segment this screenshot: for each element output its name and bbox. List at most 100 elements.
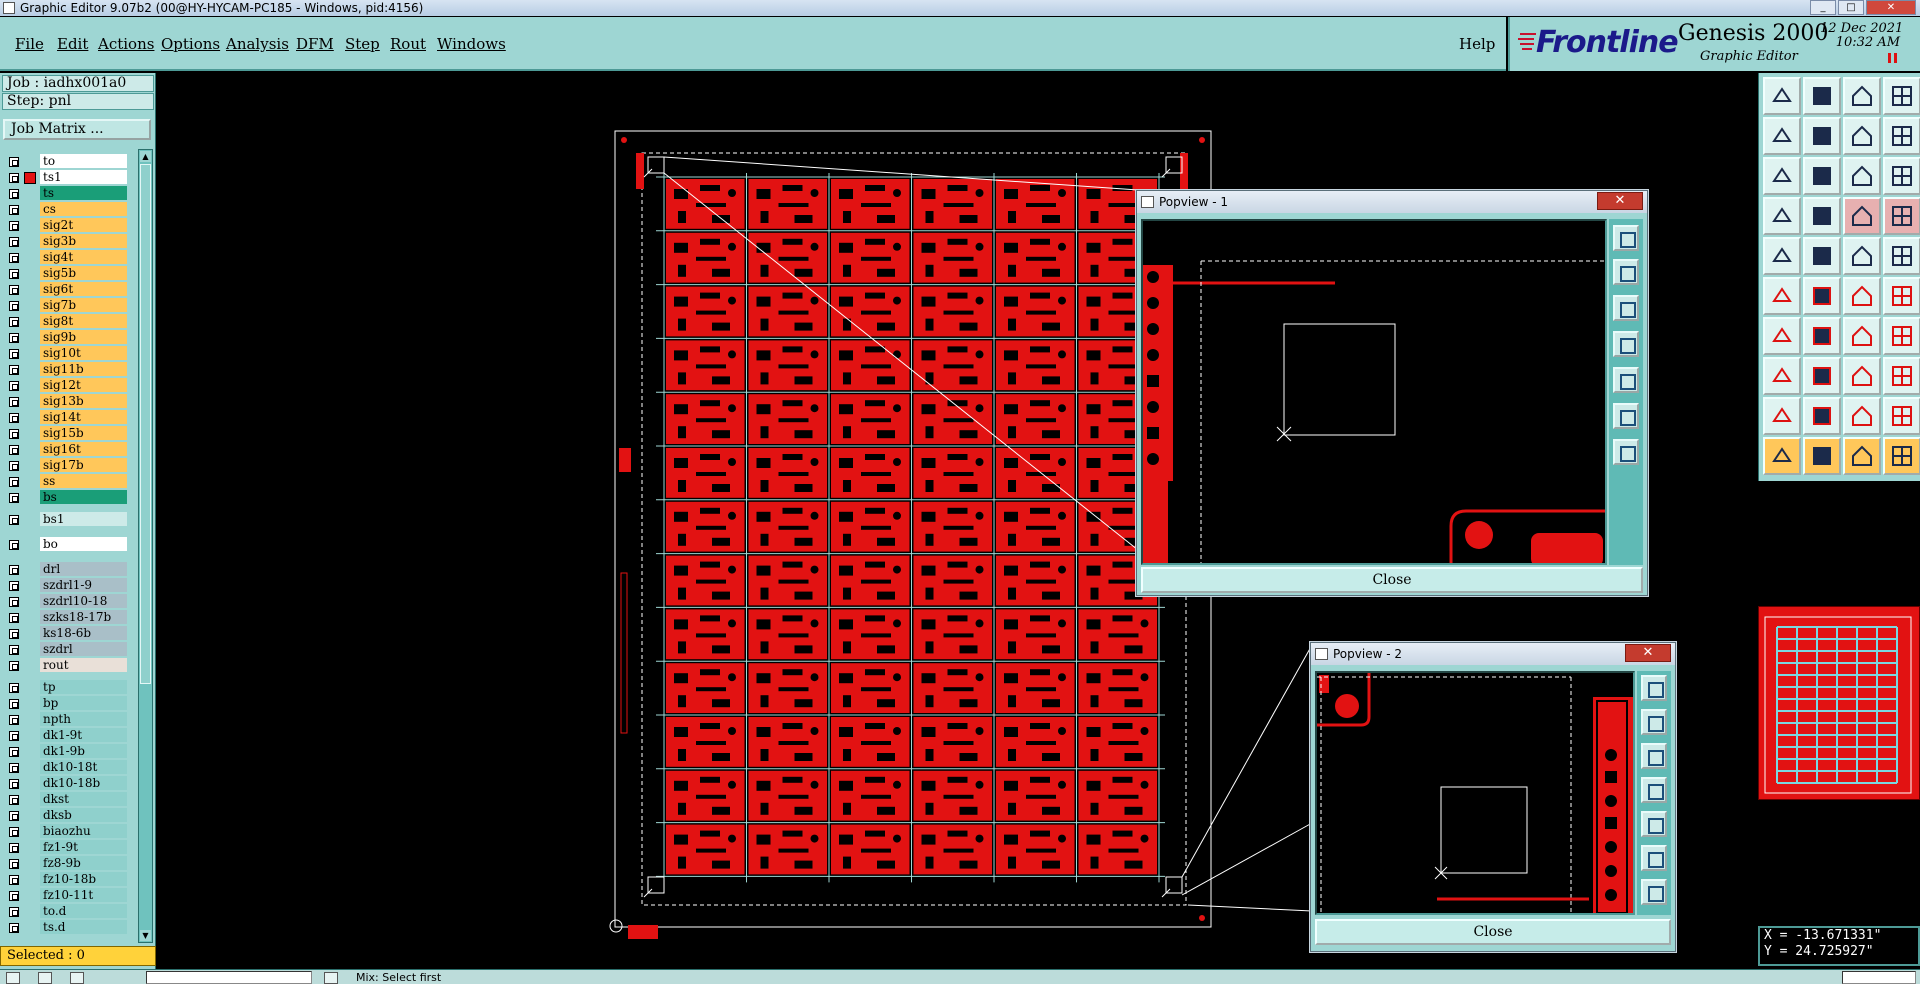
layer-name[interactable]: ts1: [40, 170, 127, 184]
layer-checkbox[interactable]: [9, 237, 19, 247]
layer-checkbox[interactable]: [9, 540, 19, 550]
layer-name[interactable]: szdrl: [40, 642, 127, 656]
layer-name[interactable]: ts.d: [40, 920, 127, 934]
save-icon[interactable]: [1803, 77, 1841, 115]
layer-name[interactable]: dk10-18b: [40, 776, 127, 790]
layer-name[interactable]: sig4t: [40, 250, 127, 264]
layer-row[interactable]: biaozhu: [4, 824, 136, 839]
status-select-icon[interactable]: [6, 972, 20, 984]
layer-name[interactable]: sig14t: [40, 410, 127, 424]
layer-row[interactable]: sig9b: [4, 330, 136, 345]
layer-row[interactable]: bp: [4, 696, 136, 711]
triangle-alt-icon[interactable]: [1803, 397, 1841, 435]
layer-name[interactable]: biaozhu: [40, 824, 127, 838]
layer-row[interactable]: sig14t: [4, 410, 136, 425]
scroll-down-icon[interactable]: ▼: [140, 930, 151, 941]
popview-2-close-button[interactable]: Close: [1315, 919, 1671, 945]
layer-row[interactable]: dkst: [4, 792, 136, 807]
layer-row[interactable]: dk10-18b: [4, 776, 136, 791]
layer-name[interactable]: dkst: [40, 792, 127, 806]
layer-checkbox[interactable]: [9, 253, 19, 263]
layer-name[interactable]: szdrl10-18: [40, 594, 127, 608]
status-zoom-icon[interactable]: [38, 972, 52, 984]
layer-row[interactable]: sig4t: [4, 250, 136, 265]
help-icon[interactable]: [1883, 157, 1920, 195]
layer-row[interactable]: sig15b: [4, 426, 136, 441]
pad-add-icon[interactable]: [1763, 237, 1801, 275]
feature-filter-icon[interactable]: [1843, 197, 1881, 235]
arc-select-icon[interactable]: [1843, 357, 1881, 395]
prev-step-icon[interactable]: [1763, 117, 1801, 155]
node-edit-icon[interactable]: [1763, 277, 1801, 315]
step-repeat-icon[interactable]: [1843, 117, 1881, 155]
pointer-move-icon[interactable]: [1843, 437, 1881, 475]
layer-name[interactable]: sig13b: [40, 394, 127, 408]
layer-row[interactable]: dk10-18t: [4, 760, 136, 775]
layer-row[interactable]: sig10t: [4, 346, 136, 361]
layer-row[interactable]: dk1-9t: [4, 728, 136, 743]
maximize-button[interactable]: □: [1838, 0, 1864, 15]
circle-icon[interactable]: [1883, 237, 1920, 275]
measure-icon[interactable]: [1763, 197, 1801, 235]
layer-checkbox[interactable]: [9, 365, 19, 375]
layer-row[interactable]: sig6t: [4, 282, 136, 297]
layer-name[interactable]: sig3b: [40, 234, 127, 248]
layer-row[interactable]: ts.d: [4, 920, 136, 935]
layer-checkbox[interactable]: [9, 349, 19, 359]
layer-name[interactable]: fz10-11t: [40, 888, 127, 902]
layer-checkbox[interactable]: [9, 429, 19, 439]
layer-checkbox[interactable]: [9, 333, 19, 343]
popview-2-tool-up-icon[interactable]: [1641, 709, 1667, 735]
pointer-stretch-icon[interactable]: [1883, 437, 1920, 475]
layer-checkbox[interactable]: [9, 827, 19, 837]
layer-checkbox[interactable]: [9, 763, 19, 773]
layer-name[interactable]: sig11b: [40, 362, 127, 376]
layer-checkbox[interactable]: [9, 843, 19, 853]
layer-row[interactable]: fz10-18b: [4, 872, 136, 887]
snap-icon[interactable]: [1883, 197, 1920, 235]
grid-icon[interactable]: [1803, 197, 1841, 235]
popview-1-view[interactable]: [1141, 219, 1607, 565]
layer-name[interactable]: fz8-9b: [40, 856, 127, 870]
layer-name[interactable]: sig6t: [40, 282, 127, 296]
pad-select-icon[interactable]: [1763, 357, 1801, 395]
menu-dfm[interactable]: DFM: [296, 35, 334, 53]
layer-checkbox[interactable]: [9, 661, 19, 671]
job-matrix-button[interactable]: Job Matrix ...: [3, 119, 151, 140]
layer-checkbox[interactable]: [9, 189, 19, 199]
fit-icon[interactable]: [1763, 157, 1801, 195]
layer-row[interactable]: ts1: [4, 170, 136, 185]
layer-checkbox[interactable]: [9, 221, 19, 231]
layer-row[interactable]: npth: [4, 712, 136, 727]
panel-overview[interactable]: [1758, 606, 1920, 800]
text-icon[interactable]: [1883, 317, 1920, 355]
layer-checkbox[interactable]: [9, 597, 19, 607]
menu-file[interactable]: File: [15, 35, 44, 53]
layer-checkbox[interactable]: [9, 515, 19, 525]
layer-name[interactable]: cs: [40, 202, 127, 216]
menu-options[interactable]: Options: [161, 35, 220, 53]
layer-checkbox[interactable]: [9, 613, 19, 623]
layer-row[interactable]: ss: [4, 474, 136, 489]
layer-row[interactable]: sig7b: [4, 298, 136, 313]
angle-icon[interactable]: [1763, 317, 1801, 355]
layer-checkbox[interactable]: [9, 715, 19, 725]
popview-2-tool-down-icon[interactable]: [1641, 743, 1667, 769]
layer-checkbox[interactable]: [9, 285, 19, 295]
layer-checkbox[interactable]: [9, 811, 19, 821]
layer-name[interactable]: fz10-18b: [40, 872, 127, 886]
layer-row[interactable]: szdrl10-18: [4, 594, 136, 609]
layer-row[interactable]: bo: [4, 537, 136, 552]
layer-name[interactable]: to: [40, 154, 127, 168]
layer-name[interactable]: bo: [40, 537, 127, 551]
layer-name[interactable]: sig2t: [40, 218, 127, 232]
open-job-icon[interactable]: [1763, 77, 1801, 115]
layer-row[interactable]: fz10-11t: [4, 888, 136, 903]
layer-checkbox[interactable]: [9, 683, 19, 693]
layer-checkbox[interactable]: [9, 381, 19, 391]
popview-2-close-x-button[interactable]: ✕: [1625, 644, 1671, 662]
popview-2-view[interactable]: [1315, 671, 1635, 915]
layer-row[interactable]: ts: [4, 186, 136, 201]
layer-checkbox[interactable]: [9, 795, 19, 805]
layer-checkbox[interactable]: [9, 301, 19, 311]
